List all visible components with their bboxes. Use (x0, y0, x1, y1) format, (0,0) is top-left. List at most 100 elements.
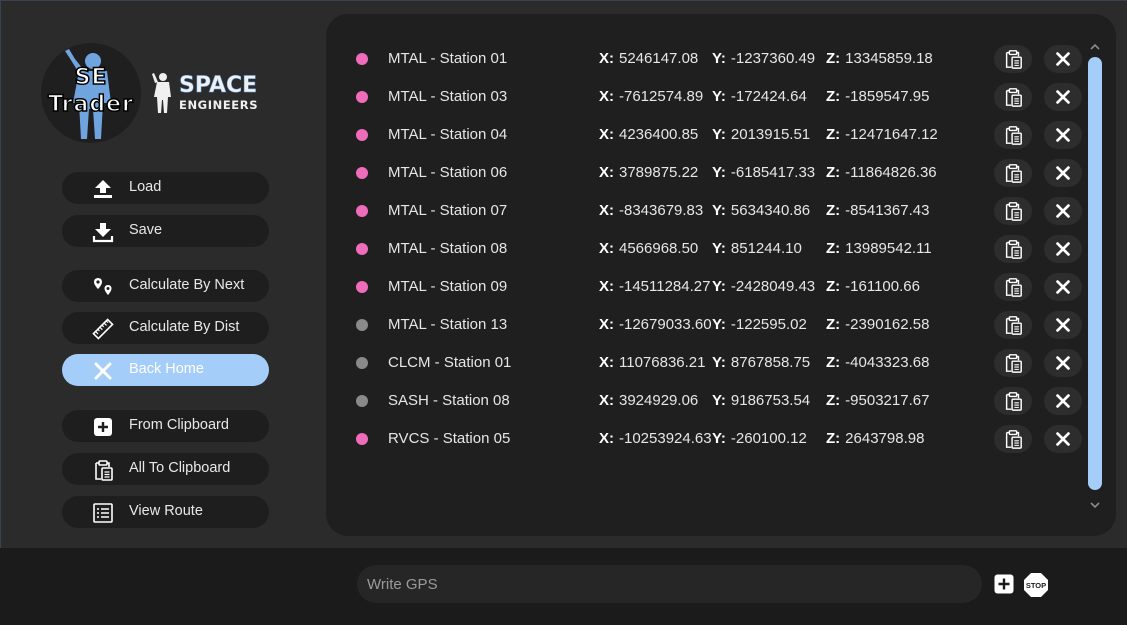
delete-station-button[interactable] (1044, 387, 1082, 415)
copy-station-button[interactable] (994, 121, 1032, 149)
station-name: MTAL - Station 03 (388, 88, 508, 105)
delete-station-button[interactable] (1044, 159, 1082, 187)
z-value: -8541367.43 (845, 202, 930, 219)
x-value: -14511284.27 (619, 278, 711, 295)
status-dot (356, 91, 368, 103)
z-value: -9503217.67 (845, 392, 930, 409)
station-row[interactable]: MTAL - Station 06 X: 3789875.22 Y: -618541… (326, 154, 1116, 192)
load-button[interactable]: Load (62, 172, 269, 204)
y-value: 2013915.51 (730, 126, 811, 143)
copy-station-button[interactable] (994, 349, 1032, 377)
clipboard-icon (1005, 392, 1022, 411)
view-route-label: View Route (129, 503, 203, 519)
y-label: Y: (712, 430, 726, 447)
back-home-button[interactable]: Back Home (62, 354, 269, 386)
delete-station-button[interactable] (1044, 349, 1082, 377)
delete-station-button[interactable] (1044, 121, 1082, 149)
delete-station-button[interactable] (1044, 425, 1082, 453)
gps-input[interactable] (357, 565, 982, 603)
all-to-clipboard-button[interactable]: All To Clipboard (62, 453, 269, 485)
delete-station-button[interactable] (1044, 45, 1082, 73)
copy-station-button[interactable] (994, 273, 1032, 301)
station-name: CLCM - Station 01 (388, 354, 512, 371)
delete-station-button[interactable] (1044, 273, 1082, 301)
x-value: 4566968.50 (619, 240, 699, 257)
x-label: X: (599, 126, 614, 143)
station-row[interactable]: MTAL - Station 09 X: -14511284.27 Y: -2428… (326, 268, 1116, 306)
station-row[interactable]: MTAL - Station 01 X: 5246147.08 Y: -123736… (326, 40, 1116, 78)
y-coordinate: Y: -122595.02 (712, 316, 807, 333)
y-coordinate: Y: -172424.64 (712, 88, 807, 105)
z-coordinate: Z: -9503217.67 (826, 392, 929, 409)
status-dot (356, 319, 368, 331)
calculate-by-next-button[interactable]: Calculate By Next (62, 270, 269, 302)
ruler-icon (92, 318, 114, 340)
x-coordinate: X: 3924929.06 (599, 392, 698, 409)
station-row[interactable]: MTAL - Station 07 X: -8343679.83 Y: 563434… (326, 192, 1116, 230)
scrollbar-thumb[interactable] (1088, 57, 1102, 490)
z-label: Z: (826, 240, 841, 257)
copy-station-button[interactable] (994, 83, 1032, 111)
z-value: -12471647.12 (845, 126, 938, 143)
copy-station-button[interactable] (994, 197, 1032, 225)
scroll-up-icon[interactable] (1088, 42, 1102, 52)
view-route-button[interactable]: View Route (62, 496, 269, 528)
stop-button[interactable]: STOP (1023, 572, 1049, 598)
save-button[interactable]: Save (62, 215, 269, 247)
clipboard-icon (1005, 430, 1022, 449)
delete-station-button[interactable] (1044, 197, 1082, 225)
station-row[interactable]: CLCM - Station 01 X: 11076836.21 Y: 876785… (326, 344, 1116, 382)
y-label: Y: (712, 126, 726, 143)
copy-station-button[interactable] (994, 45, 1032, 73)
from-clipboard-button[interactable]: From Clipboard (62, 410, 269, 442)
clipboard-icon (1005, 50, 1022, 69)
x-coordinate: X: -14511284.27 (599, 278, 710, 295)
y-value: -172424.64 (730, 88, 807, 105)
z-coordinate: Z: -4043323.68 (826, 354, 929, 371)
copy-station-button[interactable] (994, 159, 1032, 187)
x-coordinate: X: -8343679.83 (599, 202, 703, 219)
z-coordinate: Z: 2643798.98 (826, 430, 924, 447)
close-icon (1056, 394, 1070, 408)
station-list-panel: MTAL - Station 01 X: 5246147.08 Y: -123736… (326, 14, 1116, 536)
y-value: -260100.12 (730, 430, 807, 447)
station-name: MTAL - Station 07 (388, 202, 508, 219)
copy-station-button[interactable] (994, 425, 1032, 453)
z-value: -4043323.68 (845, 354, 930, 371)
station-row[interactable]: SASH - Station 08 X: 3924929.06 Y: 9186753… (326, 382, 1116, 420)
se-trader-logo: SE Trader (41, 43, 141, 143)
y-coordinate: Y: -2428049.43 (712, 278, 815, 295)
station-row[interactable]: MTAL - Station 13 X: -12679033.60 Y: -1225… (326, 306, 1116, 344)
y-value: 5634340.86 (730, 202, 811, 219)
close-icon (1056, 204, 1070, 218)
close-icon (94, 362, 112, 380)
delete-station-button[interactable] (1044, 235, 1082, 263)
add-gps-button[interactable] (994, 574, 1014, 594)
copy-station-button[interactable] (994, 387, 1032, 415)
x-value: 5246147.08 (619, 50, 699, 67)
station-name: MTAL - Station 01 (388, 50, 508, 67)
copy-station-button[interactable] (994, 235, 1032, 263)
station-row[interactable]: MTAL - Station 03 X: -7612574.89 Y: -17242… (326, 78, 1116, 116)
download-icon (92, 223, 114, 243)
z-value: -11864826.36 (845, 164, 937, 181)
station-row[interactable]: MTAL - Station 04 X: 4236400.85 Y: 2013915… (326, 116, 1116, 154)
y-coordinate: Y: -6185417.33 (712, 164, 815, 181)
copy-station-button[interactable] (994, 311, 1032, 339)
plus-square-icon (94, 418, 112, 436)
clipboard-icon (1005, 126, 1022, 145)
y-label: Y: (712, 240, 726, 257)
station-row[interactable]: RVCS - Station 05 X: -10253924.63 Y: -2601… (326, 420, 1116, 458)
delete-station-button[interactable] (1044, 311, 1082, 339)
status-dot (356, 357, 368, 369)
y-coordinate: Y: 851244.10 (712, 240, 802, 257)
z-label: Z: (826, 88, 841, 105)
z-value: 13345859.18 (845, 50, 933, 67)
logo: SE Trader SPACE ENGINEERS (41, 43, 301, 143)
scroll-down-icon[interactable] (1088, 500, 1102, 510)
delete-station-button[interactable] (1044, 83, 1082, 111)
calculate-by-dist-button[interactable]: Calculate By Dist (62, 312, 269, 344)
station-row[interactable]: MTAL - Station 08 X: 4566968.50 Y: 851244.… (326, 230, 1116, 268)
z-label: Z: (826, 164, 841, 181)
z-value: -2390162.58 (845, 316, 930, 333)
